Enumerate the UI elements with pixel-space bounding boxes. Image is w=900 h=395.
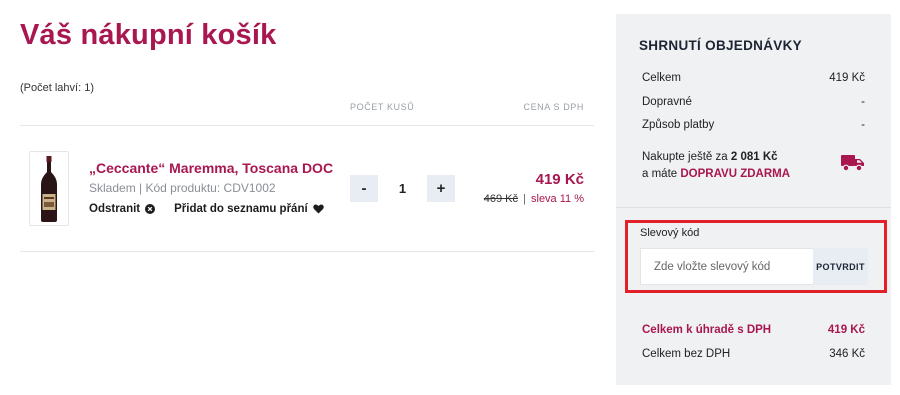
- free-shipping-amount: 2 081 Kč: [730, 151, 778, 163]
- total-without-vat: Celkem bez DPH 346 Kč: [642, 348, 865, 360]
- summary-row-total: Celkem 419 Kč: [642, 72, 865, 84]
- heart-icon: [312, 204, 324, 214]
- page-title: Váš nákupní košík: [20, 19, 277, 51]
- free-shipping-highlight: DOPRAVU ZDARMA: [680, 168, 791, 180]
- quantity-decrease-button[interactable]: -: [350, 175, 378, 202]
- product-actions: Odstranit Přidat do seznamu přání: [89, 203, 324, 215]
- total-with-vat-value: 419 Kč: [827, 324, 865, 336]
- divider: [20, 251, 594, 252]
- total-with-vat: Celkem k úhradě s DPH 419 Kč: [642, 324, 865, 336]
- truck-icon: [841, 154, 865, 177]
- column-header-price: CENA S DPH: [523, 102, 584, 112]
- divider: [20, 125, 594, 126]
- wishlist-label: Přidat do seznamu přání: [174, 203, 308, 215]
- summary-row-payment: Způsob platby -: [642, 119, 865, 131]
- coupon-code-input[interactable]: [640, 248, 813, 285]
- quantity-increase-button[interactable]: +: [427, 175, 455, 202]
- free-shipping-line2: a máte: [642, 168, 678, 180]
- confirm-coupon-button[interactable]: POTVRDIT: [813, 248, 868, 285]
- summary-row-value: -: [861, 96, 865, 108]
- product-name[interactable]: „Ceccante“ Maremma, Toscana DOC: [89, 160, 333, 176]
- free-shipping-notice: Nakupte ještě za 2 081 Kč a máte DOPRAVU…: [642, 149, 790, 183]
- summary-row-value: -: [861, 119, 865, 131]
- remove-item-button[interactable]: Odstranit: [89, 203, 156, 215]
- product-meta: Skladem | Kód produktu: CDV1002: [89, 181, 276, 195]
- coupon-label: Slevový kód: [640, 227, 700, 239]
- divider: [616, 207, 891, 208]
- quantity-input[interactable]: [378, 175, 427, 202]
- remove-x-icon: [145, 204, 156, 214]
- total-without-vat-label: Celkem bez DPH: [642, 348, 731, 360]
- summary-row-label: Způsob platby: [642, 119, 715, 131]
- column-header-quantity: POČET KUSŮ: [350, 102, 415, 112]
- free-shipping-prefix: Nakupte ještě za: [642, 151, 728, 163]
- summary-row-value: 419 Kč: [829, 72, 865, 84]
- remove-label: Odstranit: [89, 203, 141, 215]
- price-separator: |: [523, 193, 526, 205]
- summary-row-label: Dopravné: [642, 96, 692, 108]
- price-discount-row: 469 Kč | sleva 11 %: [484, 193, 584, 205]
- item-price: 419 Kč: [535, 171, 584, 188]
- product-thumbnail[interactable]: [29, 151, 69, 226]
- original-price: 469 Kč: [483, 193, 519, 205]
- add-to-wishlist-button[interactable]: Přidat do seznamu přání: [174, 203, 324, 215]
- summary-row-label: Celkem: [642, 72, 681, 84]
- bottle-count: (Počet lahví: 1): [20, 82, 94, 94]
- summary-title: SHRNUTÍ OBJEDNÁVKY: [639, 38, 802, 53]
- total-without-vat-value: 346 Kč: [829, 348, 865, 360]
- summary-row-shipping: Dopravné -: [642, 96, 865, 108]
- discount-label: sleva 11 %: [531, 193, 584, 205]
- total-with-vat-label: Celkem k úhradě s DPH: [642, 324, 772, 336]
- wine-bottle-icon: [41, 156, 57, 222]
